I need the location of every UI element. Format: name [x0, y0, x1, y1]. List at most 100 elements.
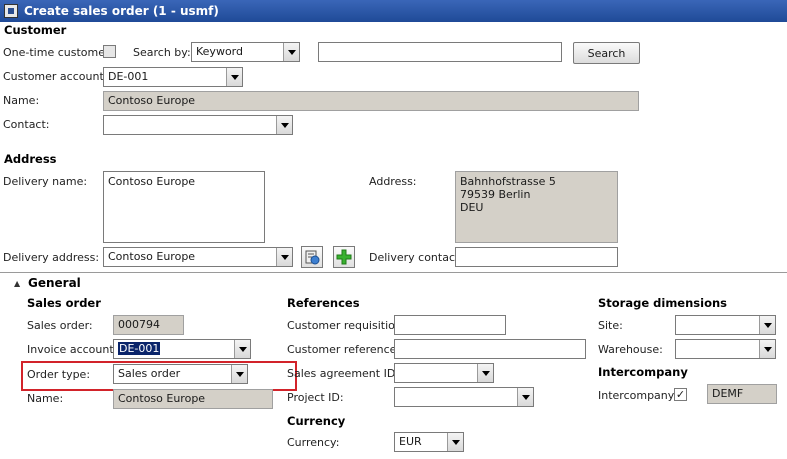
customer-requisition-label: Customer requisition: — [287, 319, 406, 332]
intercompany-checkbox[interactable]: ✓ — [674, 388, 687, 401]
customer-requisition-field[interactable] — [394, 315, 506, 335]
chevron-down-icon — [280, 122, 289, 128]
currency-heading: Currency — [287, 414, 346, 428]
site-dropdown-button[interactable] — [759, 316, 775, 334]
sales-agreement-select[interactable] — [394, 363, 494, 383]
invoice-account-selected-text: DE-001 — [118, 342, 161, 355]
intercompany-label: Intercompany: — [598, 389, 678, 402]
address-book-icon — [305, 250, 320, 265]
warehouse-dropdown-button[interactable] — [759, 340, 775, 358]
customer-heading: Customer — [4, 23, 67, 37]
delivery-name-field[interactable]: Contoso Europe — [103, 171, 265, 243]
contact-dropdown-button[interactable] — [276, 116, 292, 134]
search-by-label: Search by: — [133, 46, 191, 59]
invoice-account-select[interactable]: DE-001 — [113, 339, 251, 359]
project-id-label: Project ID: — [287, 391, 344, 404]
plus-icon — [336, 249, 352, 265]
sales-order-label: Sales order: — [27, 319, 93, 332]
order-type-select[interactable]: Sales order — [113, 364, 248, 384]
chevron-down-icon — [280, 254, 289, 260]
name-label: Name: — [3, 94, 40, 107]
contact-select[interactable] — [103, 115, 293, 135]
address-line-1: Bahnhofstrasse 5 — [460, 175, 556, 188]
address-label: Address: — [369, 175, 417, 188]
delivery-address-value: Contoso Europe — [108, 250, 196, 263]
site-label: Site: — [598, 319, 623, 332]
customer-account-value: DE-001 — [108, 70, 149, 83]
section-divider — [0, 272, 787, 273]
customer-account-label: Customer account: — [3, 70, 108, 83]
order-type-label: Order type: — [27, 368, 91, 381]
currency-label: Currency: — [287, 436, 340, 449]
address-heading: Address — [4, 152, 57, 166]
contact-label: Contact: — [3, 118, 50, 131]
sales-order-group-heading: Sales order — [27, 296, 101, 310]
chevron-down-icon — [763, 322, 772, 328]
warehouse-label: Warehouse: — [598, 343, 663, 356]
edit-address-button[interactable] — [301, 246, 323, 268]
delivery-address-label: Delivery address: — [3, 251, 100, 264]
customer-name-field: Contoso Europe — [103, 91, 639, 111]
references-heading: References — [287, 296, 360, 310]
delivery-address-select[interactable]: Contoso Europe — [103, 247, 293, 267]
contact-value — [104, 116, 276, 134]
add-address-button[interactable] — [333, 246, 355, 268]
search-button[interactable]: Search — [573, 42, 640, 64]
address-line-3: DEU — [460, 201, 484, 214]
chevron-down-icon — [763, 346, 772, 352]
delivery-contact-label: Delivery contact: — [369, 251, 464, 264]
order-type-dropdown-button[interactable] — [231, 365, 247, 383]
general-name-label: Name: — [27, 392, 64, 405]
chevron-down-icon — [481, 370, 490, 376]
project-id-select[interactable] — [394, 387, 534, 407]
chevron-down-icon — [230, 74, 239, 80]
intercompany-company-field: DEMF — [707, 384, 777, 404]
storage-dimensions-heading: Storage dimensions — [598, 296, 728, 310]
sales-agreement-value — [395, 364, 477, 382]
sales-order-field: 000794 — [113, 315, 184, 335]
collapse-triangle-icon[interactable]: ▲ — [14, 279, 20, 288]
customer-account-dropdown-button[interactable] — [226, 68, 242, 86]
currency-dropdown-button[interactable] — [447, 433, 463, 451]
order-type-value: Sales order — [118, 367, 181, 380]
search-input[interactable] — [318, 42, 562, 62]
chevron-down-icon — [287, 49, 296, 55]
one-time-customer-checkbox[interactable] — [103, 45, 116, 58]
general-name-field: Contoso Europe — [113, 389, 273, 409]
warehouse-value — [676, 340, 759, 358]
sales-agreement-dropdown-button[interactable] — [477, 364, 493, 382]
chevron-down-icon — [451, 439, 460, 445]
invoice-account-label: Invoice account: — [27, 343, 118, 356]
customer-account-select[interactable]: DE-001 — [103, 67, 243, 87]
warehouse-select[interactable] — [675, 339, 776, 359]
delivery-address-dropdown-button[interactable] — [276, 248, 292, 266]
invoice-account-value: DE-001 — [114, 340, 234, 358]
address-field: Bahnhofstrasse 5 79539 Berlin DEU — [455, 171, 618, 243]
address-line-2: 79539 Berlin — [460, 188, 531, 201]
app-icon — [4, 4, 18, 18]
delivery-name-value: Contoso Europe — [108, 175, 196, 188]
delivery-contact-field[interactable] — [455, 247, 618, 267]
currency-value: EUR — [399, 435, 422, 448]
chevron-down-icon — [235, 371, 244, 377]
search-by-value: Keyword — [196, 45, 243, 58]
intercompany-heading: Intercompany — [598, 365, 688, 379]
site-value — [676, 316, 759, 334]
one-time-customer-label: One-time customer: — [3, 46, 114, 59]
site-select[interactable] — [675, 315, 776, 335]
window-title: Create sales order (1 - usmf) — [24, 4, 219, 18]
project-id-value — [395, 388, 517, 406]
customer-reference-field[interactable] — [394, 339, 586, 359]
sales-agreement-label: Sales agreement ID: — [287, 367, 399, 380]
window-titlebar: Create sales order (1 - usmf) — [0, 0, 787, 22]
chevron-down-icon — [238, 346, 247, 352]
invoice-account-dropdown-button[interactable] — [234, 340, 250, 358]
project-id-dropdown-button[interactable] — [517, 388, 533, 406]
chevron-down-icon — [521, 394, 530, 400]
search-by-select[interactable]: Keyword — [191, 42, 300, 62]
search-by-dropdown-button[interactable] — [283, 43, 299, 61]
general-heading[interactable]: General — [28, 276, 81, 290]
customer-reference-label: Customer reference: — [287, 343, 401, 356]
currency-select[interactable]: EUR — [394, 432, 464, 452]
delivery-name-label: Delivery name: — [3, 175, 88, 188]
